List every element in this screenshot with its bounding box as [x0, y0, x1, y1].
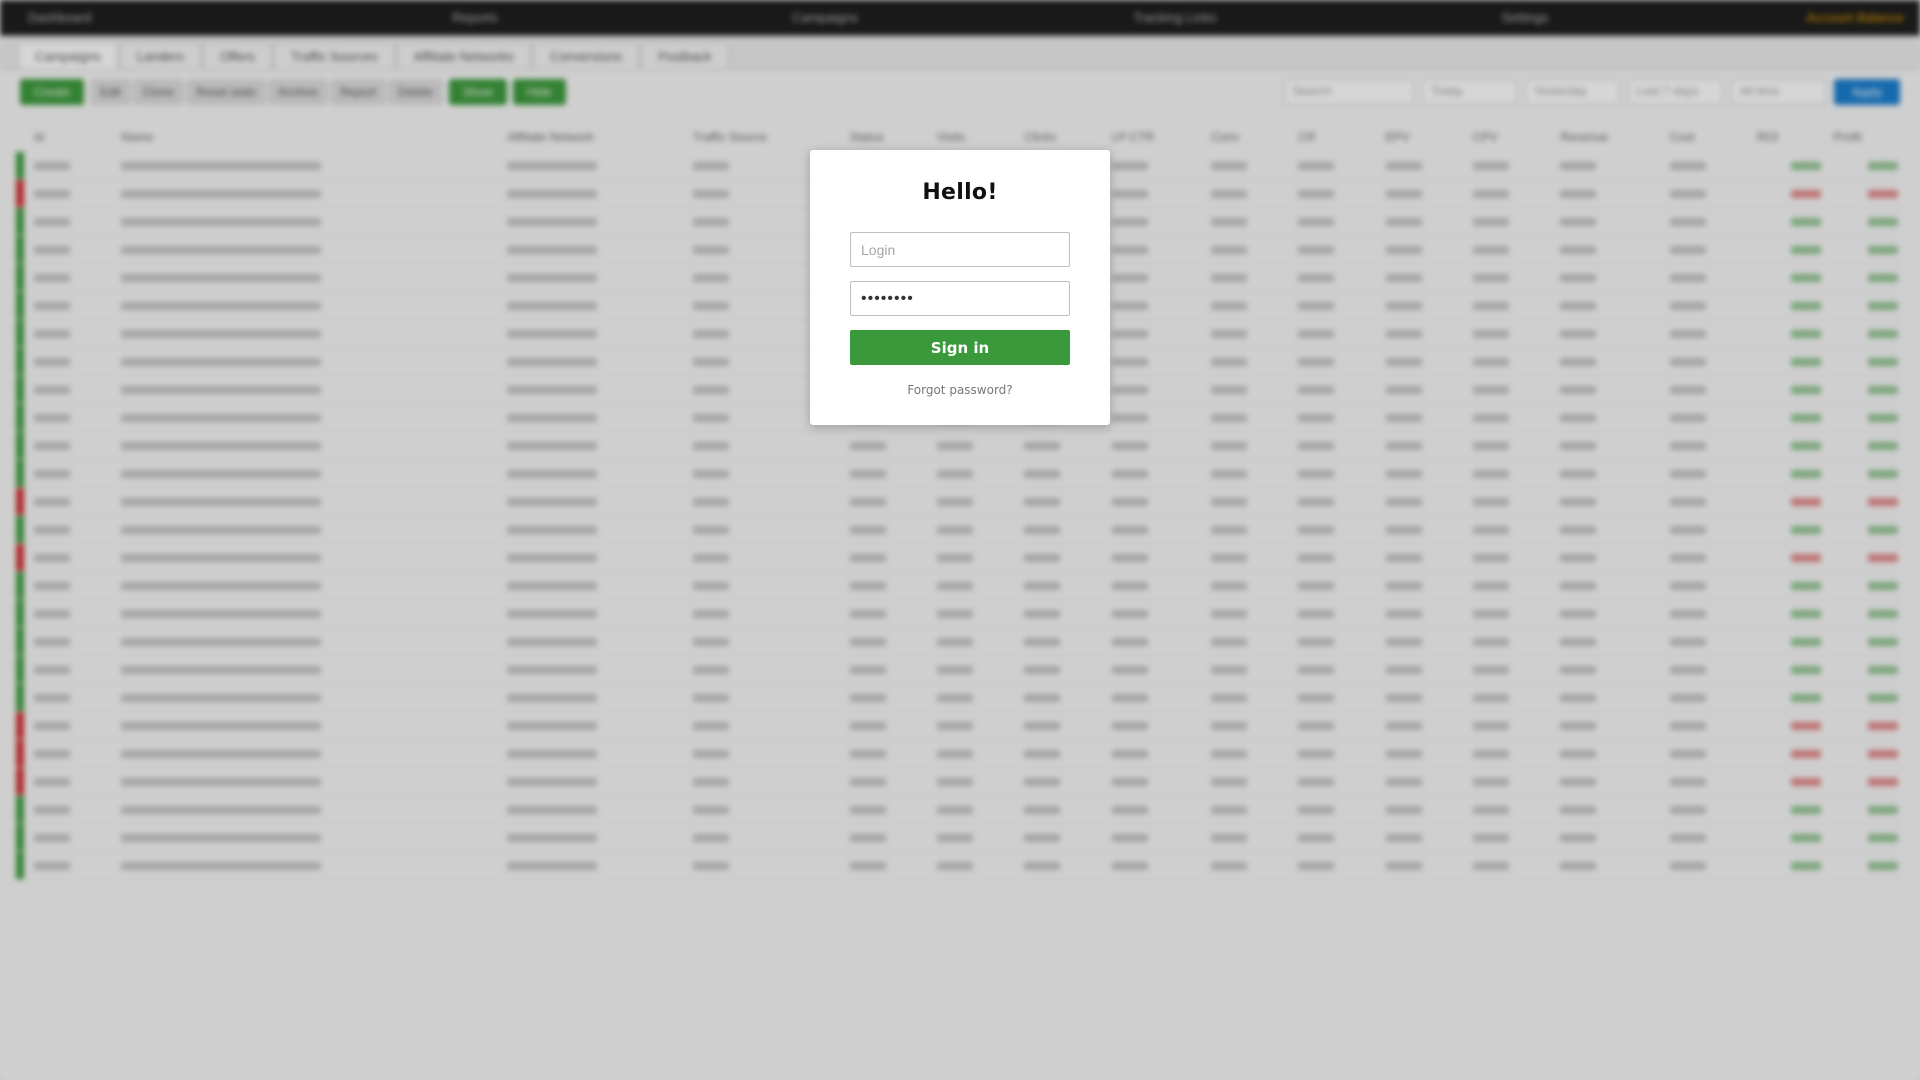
- sign-in-button[interactable]: Sign in: [850, 330, 1070, 365]
- forgot-password-link[interactable]: Forgot password?: [850, 383, 1070, 397]
- password-field[interactable]: [850, 281, 1070, 316]
- login-dialog: Hello! Sign in Forgot password?: [810, 150, 1110, 425]
- login-title: Hello!: [922, 180, 998, 205]
- login-field[interactable]: [850, 232, 1070, 267]
